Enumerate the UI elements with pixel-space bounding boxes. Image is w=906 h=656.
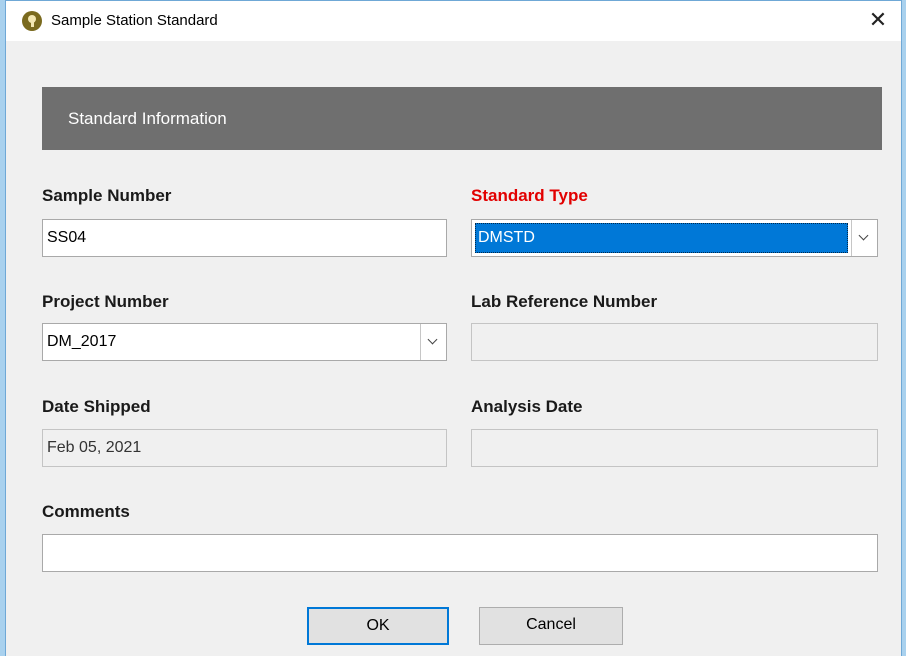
comments-field[interactable] — [42, 534, 878, 572]
standard-type-selected-value: DMSTD — [475, 223, 848, 253]
analysis-date-label: Analysis Date — [471, 397, 583, 416]
sample-number-field[interactable]: SS04 — [42, 219, 447, 257]
cancel-button[interactable]: Cancel — [479, 607, 623, 645]
date-shipped-label: Date Shipped — [42, 397, 151, 416]
keyhole-icon — [22, 11, 42, 31]
project-number-select[interactable]: DM_2017 — [42, 323, 447, 361]
comments-label: Comments — [42, 502, 130, 521]
sample-number-label: Sample Number — [42, 186, 172, 205]
analysis-date-field[interactable] — [471, 429, 878, 467]
title-bar[interactable]: Sample Station Standard ✕ — [6, 1, 901, 41]
ok-button[interactable]: OK — [307, 607, 449, 645]
window-title: Sample Station Standard — [51, 12, 218, 29]
standard-type-label: Standard Type — [471, 186, 588, 205]
date-shipped-field[interactable]: Feb 05, 2021 — [42, 429, 447, 467]
standard-type-select[interactable]: DMSTD — [471, 219, 878, 257]
dialog-window: Sample Station Standard ✕ Standard Infor… — [5, 0, 902, 656]
lab-reference-number-label: Lab Reference Number — [471, 292, 658, 311]
project-number-value: DM_2017 — [47, 333, 117, 350]
chevron-down-icon[interactable] — [851, 220, 877, 256]
chevron-down-icon[interactable] — [420, 324, 446, 360]
close-icon[interactable]: ✕ — [855, 1, 901, 41]
section-header: Standard Information — [42, 87, 882, 150]
project-number-label: Project Number — [42, 292, 169, 311]
lab-reference-number-field[interactable] — [471, 323, 878, 361]
